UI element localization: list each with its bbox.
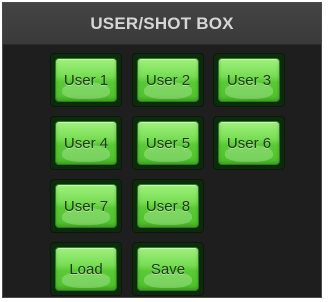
user-5-button-label: User 5 bbox=[145, 134, 191, 152]
user-3-button-face[interactable]: User 3 bbox=[218, 58, 280, 102]
user-2-button-face[interactable]: User 2 bbox=[137, 58, 199, 102]
user-2-button-label: User 2 bbox=[145, 71, 191, 89]
save-button-label: Save bbox=[150, 260, 186, 278]
user-8-button[interactable]: User 8 bbox=[132, 179, 204, 233]
save-button[interactable]: Save bbox=[132, 242, 204, 296]
user-1-button[interactable]: User 1 bbox=[50, 53, 122, 107]
user-6-button-face[interactable]: User 6 bbox=[218, 121, 280, 165]
user-3-button[interactable]: User 3 bbox=[213, 53, 285, 107]
user-6-button-label: User 6 bbox=[226, 134, 272, 152]
user-8-button-label: User 8 bbox=[145, 197, 191, 215]
user-7-button-label: User 7 bbox=[63, 197, 109, 215]
user-7-button[interactable]: User 7 bbox=[50, 179, 122, 233]
save-button-face[interactable]: Save bbox=[137, 247, 199, 291]
user-5-button[interactable]: User 5 bbox=[132, 116, 204, 170]
user-2-button[interactable]: User 2 bbox=[132, 53, 204, 107]
user-1-button-label: User 1 bbox=[63, 71, 109, 89]
user-shot-box-panel: USER/SHOT BOX User 1 User 2 User 3 User … bbox=[2, 2, 322, 298]
user-4-button-face[interactable]: User 4 bbox=[55, 121, 117, 165]
user-4-button-label: User 4 bbox=[63, 134, 109, 152]
user-4-button[interactable]: User 4 bbox=[50, 116, 122, 170]
user-3-button-label: User 3 bbox=[226, 71, 272, 89]
load-button-face[interactable]: Load bbox=[55, 247, 117, 291]
load-button[interactable]: Load bbox=[50, 242, 122, 296]
user-7-button-face[interactable]: User 7 bbox=[55, 184, 117, 228]
user-1-button-face[interactable]: User 1 bbox=[55, 58, 117, 102]
user-6-button[interactable]: User 6 bbox=[213, 116, 285, 170]
panel-title: USER/SHOT BOX bbox=[3, 3, 321, 45]
user-8-button-face[interactable]: User 8 bbox=[137, 184, 199, 228]
load-button-label: Load bbox=[69, 260, 103, 278]
user-5-button-face[interactable]: User 5 bbox=[137, 121, 199, 165]
